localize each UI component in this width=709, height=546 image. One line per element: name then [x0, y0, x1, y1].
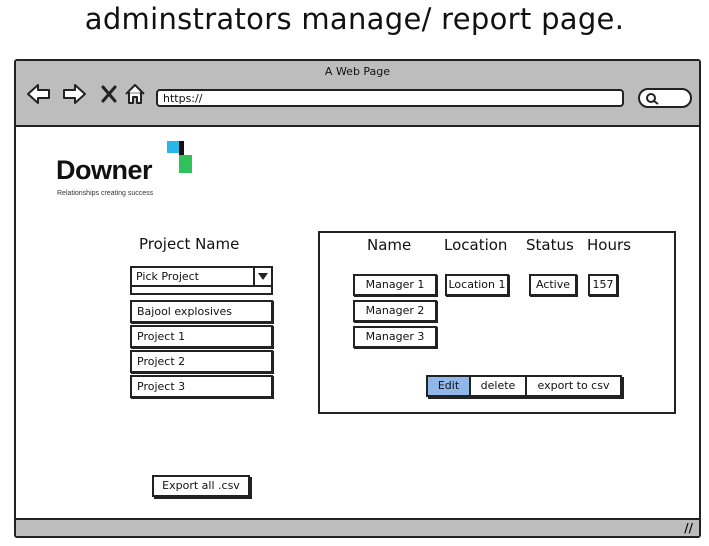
page-heading: adminstrators manage/ report page. [84, 2, 625, 36]
project-dropdown-value: Pick Project [136, 270, 199, 283]
search-button[interactable] [638, 88, 692, 108]
status-cell[interactable]: Active [529, 274, 577, 296]
manager-name-cell[interactable]: Manager 3 [353, 326, 437, 348]
column-header-hours: Hours [587, 236, 631, 254]
back-arrow-icon[interactable] [26, 83, 52, 105]
logo-word: Downer [56, 155, 153, 185]
logo-mark [167, 141, 192, 173]
forward-arrow-icon[interactable] [61, 83, 87, 105]
browser-toolbar: A Web Page [16, 61, 699, 127]
downer-logo: Downer Relationships creating success [56, 141, 206, 205]
project-dropdown[interactable]: Pick Project [130, 266, 273, 287]
row-actions: Edit delete export to csv [426, 375, 622, 397]
edit-button[interactable]: Edit [428, 377, 471, 395]
logo-tagline: Relationships creating success [57, 190, 154, 197]
export-to-csv-button[interactable]: export to csv [527, 377, 620, 395]
column-header-name: Name [367, 236, 412, 254]
chevron-down-icon[interactable] [253, 268, 271, 285]
results-panel: Name Location Status Hours Manager 1 Man… [318, 231, 676, 414]
window-title: A Web Page [324, 65, 391, 78]
location-cell[interactable]: Location 1 [445, 274, 509, 296]
manager-name-cell[interactable]: Manager 1 [353, 274, 437, 296]
project-item-1[interactable]: Project 1 [130, 325, 273, 348]
browser-status-bar: // [16, 518, 699, 536]
delete-button[interactable]: delete [471, 377, 527, 395]
resize-grip-icon[interactable]: // [684, 521, 693, 535]
url-bar[interactable] [156, 89, 624, 107]
project-item-3[interactable]: Project 3 [130, 375, 273, 398]
browser-window: A Web Page Downer Relationship [14, 59, 701, 538]
hours-cell[interactable]: 157 [588, 274, 618, 296]
column-header-location: Location [444, 236, 508, 254]
project-item-2[interactable]: Project 2 [130, 350, 273, 373]
search-icon [646, 93, 659, 105]
close-x-icon[interactable] [96, 83, 122, 105]
home-icon[interactable] [122, 83, 148, 105]
column-header-status: Status [526, 236, 574, 254]
export-all-csv-button[interactable]: Export all .csv [152, 475, 250, 497]
dropdown-list-edge [130, 287, 273, 295]
manager-name-cell[interactable]: Manager 2 [353, 300, 437, 322]
project-item-bajool[interactable]: Bajool explosives [130, 300, 273, 323]
project-name-heading: Project Name [139, 235, 240, 253]
